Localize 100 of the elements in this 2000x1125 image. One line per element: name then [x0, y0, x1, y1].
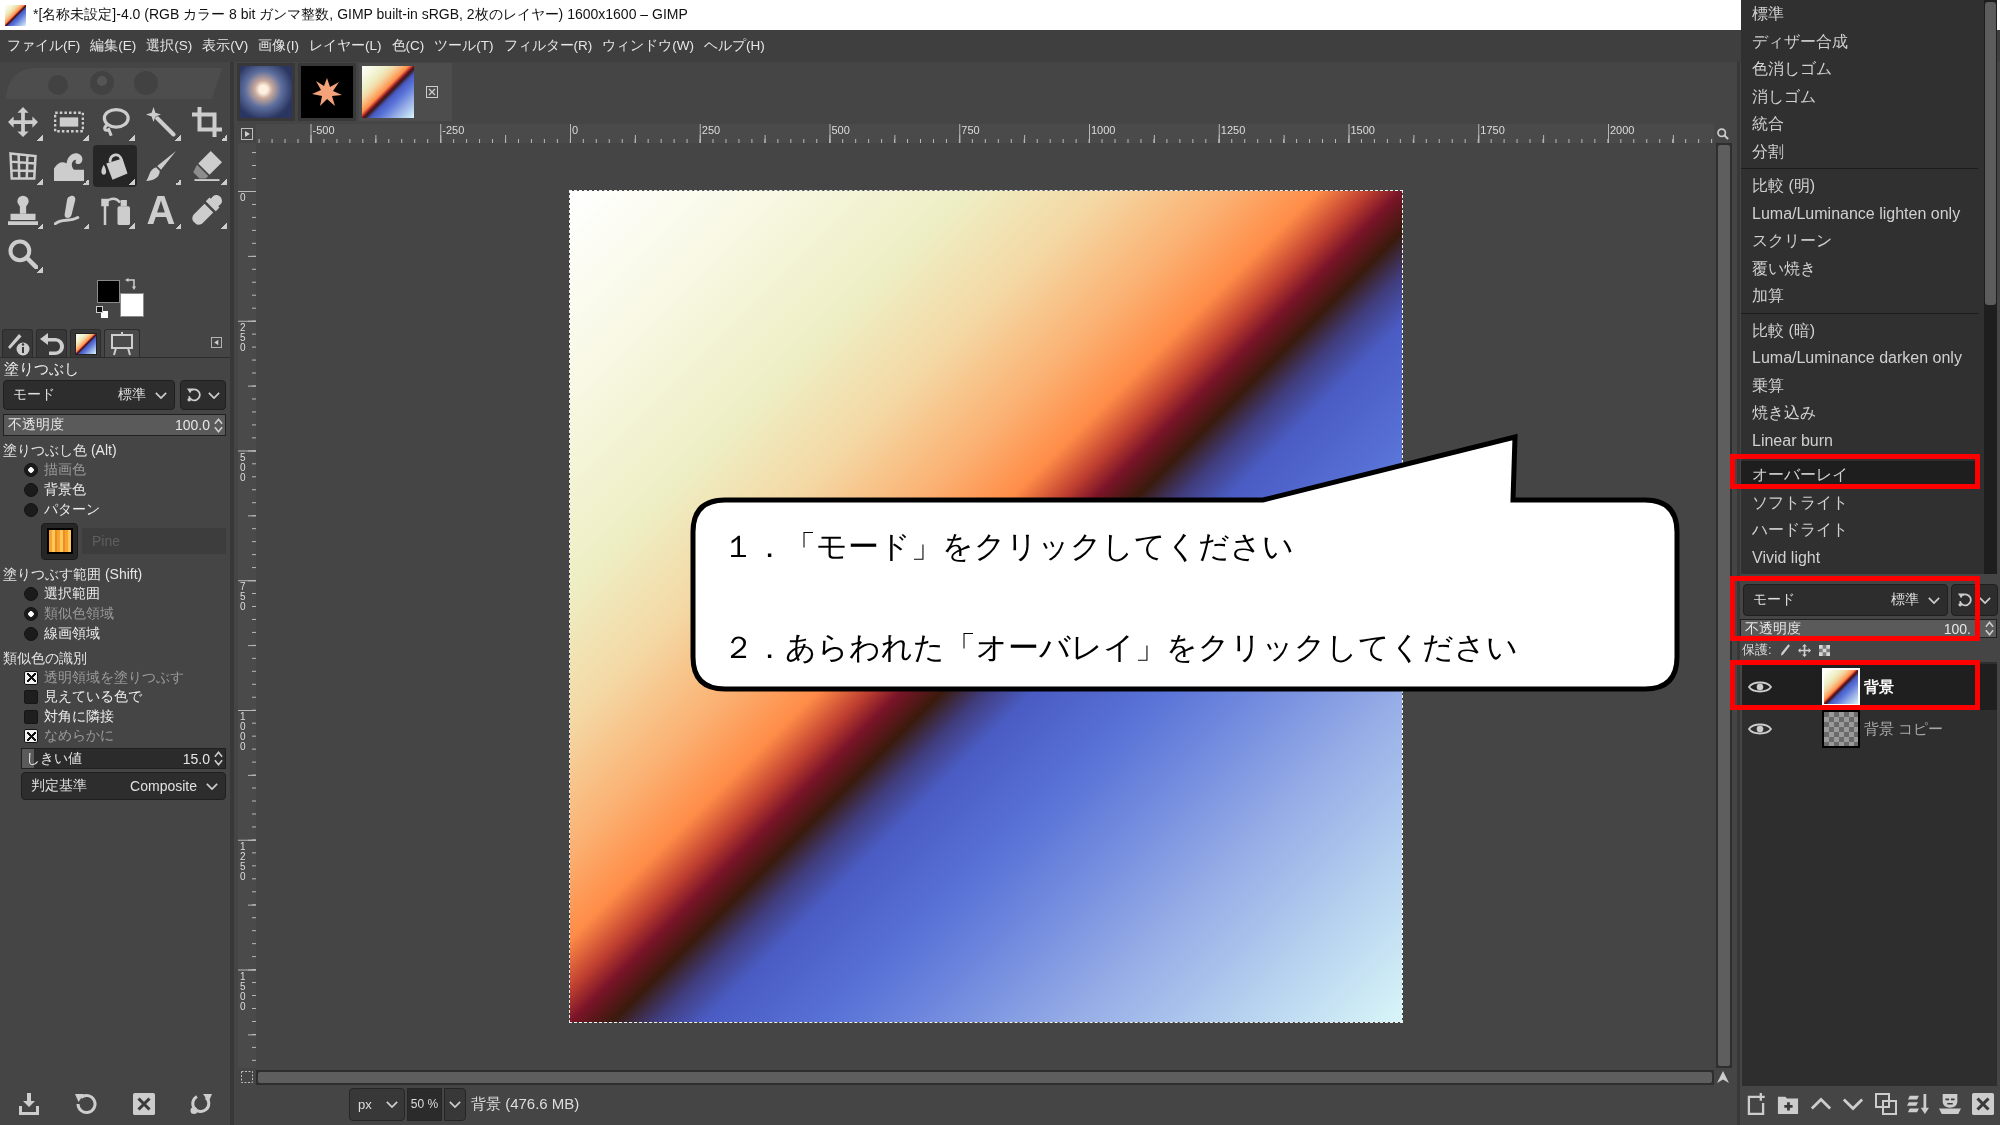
menu-item[interactable]: ウィンドウ(W) [597, 30, 699, 62]
eye-icon[interactable] [1748, 722, 1772, 736]
reset-button[interactable] [180, 380, 226, 410]
navigate-icon[interactable] [1717, 1071, 1729, 1083]
spin-arrows-icon[interactable] [1985, 620, 1994, 637]
checkbox[interactable] [24, 709, 38, 724]
opacity-slider[interactable]: 不透明度 100.0 [3, 414, 226, 436]
menu-scrollbar[interactable] [1984, 0, 1997, 574]
menu-item[interactable]: Vivid light [1741, 543, 1984, 571]
radio-label: 描画色 [44, 461, 86, 479]
close-icon[interactable] [426, 86, 438, 98]
chevron-down-icon [155, 391, 167, 399]
checkerboard-icon[interactable] [1818, 644, 1830, 656]
menu-item[interactable]: 消しゴム [1741, 82, 1984, 110]
layer-mode-dropdown[interactable]: モード 標準 [1743, 584, 1948, 616]
menu-item[interactable]: 表示(V) [197, 30, 254, 62]
delete-icon [1971, 1093, 1994, 1115]
menu-item[interactable]: 標準 [1741, 0, 1984, 28]
dock-tab[interactable] [70, 329, 101, 357]
menu-item[interactable]: Linear burn [1741, 426, 1984, 454]
radio-button[interactable] [24, 463, 38, 477]
menu-item[interactable]: 加算 [1741, 282, 1984, 310]
image-tab[interactable] [359, 63, 452, 121]
menu-item[interactable]: フィルター(R) [498, 30, 598, 62]
menu-item[interactable]: Luma/Luminance darken only [1741, 344, 1984, 372]
dock-tab[interactable] [2, 329, 33, 357]
chevron-down-icon [449, 1100, 461, 1108]
menu-item[interactable]: ディザー合成 [1741, 27, 1984, 55]
menu-item[interactable]: 画像(I) [253, 30, 304, 62]
ruler-label: -250 [442, 124, 465, 136]
menu-item[interactable]: 覆い焼き [1741, 254, 1984, 282]
pencil-icon[interactable] [1779, 644, 1790, 656]
zoom-dropdown-button[interactable] [444, 1087, 466, 1121]
menu-item[interactable]: 色(C) [386, 30, 430, 62]
checkbox[interactable] [24, 690, 38, 705]
threshold-slider[interactable]: しきい値 15.0 [21, 748, 226, 769]
menu-item[interactable]: ファイル(F) [2, 30, 86, 62]
menu-item[interactable]: レイヤー(L) [304, 30, 387, 62]
spin-arrows-icon[interactable] [214, 750, 223, 767]
menu-item[interactable]: 比較 (明) [1741, 172, 1984, 200]
instruction-text: １．「モード」をクリックしてください [723, 528, 1295, 565]
layer-name: 背景 コピー [1864, 719, 1944, 739]
radio-button[interactable] [24, 483, 38, 497]
image-tab[interactable] [237, 63, 295, 121]
pattern-button[interactable] [41, 522, 78, 560]
ruler-label: 250 [701, 124, 721, 136]
menu-item[interactable]: ハードライト [1741, 516, 1984, 544]
star-thumbnail [301, 66, 353, 118]
menu-item[interactable]: 統合 [1741, 110, 1984, 138]
menu-item[interactable]: 分割 [1741, 137, 1984, 165]
ruler-label: 1250 [240, 841, 246, 882]
dashed-square-icon[interactable] [241, 1071, 253, 1083]
tab-menu-icon[interactable] [211, 337, 222, 348]
stamp-icon [8, 195, 38, 225]
dock-tab[interactable] [36, 329, 67, 357]
menu-item[interactable]: ヘルプ(H) [699, 30, 770, 62]
ruler-label: 500 [831, 124, 850, 136]
menu-item[interactable]: 選択(S) [141, 30, 198, 62]
four-arrows-icon[interactable] [1797, 643, 1811, 657]
section-heading: 塗りつぶし色 (Alt) [3, 441, 118, 460]
dock-tab[interactable] [104, 329, 140, 357]
new-page-icon [1745, 1093, 1767, 1115]
radio-button[interactable] [24, 627, 38, 641]
menu-item[interactable]: ソフトライト [1741, 488, 1984, 516]
search-icon[interactable] [1717, 127, 1729, 140]
layer-row[interactable]: 背景 コピー [1742, 710, 1997, 748]
radio-button[interactable] [24, 587, 38, 601]
checkbox[interactable] [24, 729, 38, 744]
radio-button[interactable] [24, 607, 38, 621]
menu-item[interactable]: 乗算 [1741, 371, 1984, 399]
radio-button[interactable] [24, 503, 38, 517]
checkbox[interactable] [24, 670, 38, 685]
bucket-fill-tool-button[interactable] [93, 145, 137, 187]
ruler-label: 2000 [1610, 124, 1635, 136]
transparent-thumbnail [1822, 710, 1860, 748]
background-color-swatch[interactable] [120, 293, 144, 317]
menu-item[interactable]: スクリーン [1741, 227, 1984, 255]
ruler-label: 1500 [1350, 124, 1375, 136]
mode-dropdown[interactable]: モード 標準 [3, 380, 175, 410]
checkbox-label: 透明領域を塗りつぶす [44, 668, 184, 687]
default-colors-icon[interactable] [96, 306, 108, 318]
image-tab[interactable] [298, 63, 356, 121]
gradient-thumbnail [362, 66, 414, 118]
foreground-color-swatch[interactable] [97, 280, 120, 303]
gradient-thumbnail [1822, 668, 1860, 706]
spin-arrows-icon[interactable] [214, 416, 223, 434]
criterion-dropdown[interactable]: 判定基準 Composite [21, 772, 226, 800]
unit-dropdown[interactable]: px [349, 1087, 405, 1121]
menu-item[interactable]: 焼き込み [1741, 399, 1984, 427]
photo-placeholder [240, 66, 292, 118]
menu-item[interactable]: ツール(T) [429, 30, 499, 62]
menu-item[interactable]: 比較 (暗) [1741, 316, 1984, 344]
swap-arrows-icon[interactable] [125, 278, 137, 290]
scrollbar-thumb[interactable] [1985, 2, 1996, 305]
triangle-menu-icon[interactable] [241, 127, 253, 140]
menu-item[interactable]: 編集(E) [85, 30, 142, 62]
zoom-field[interactable]: 50 % [407, 1087, 442, 1121]
eye-icon[interactable] [1748, 680, 1772, 694]
menu-item[interactable]: Luma/Luminance lighten only [1741, 199, 1984, 227]
menu-item[interactable]: 色消しゴム [1741, 55, 1984, 83]
